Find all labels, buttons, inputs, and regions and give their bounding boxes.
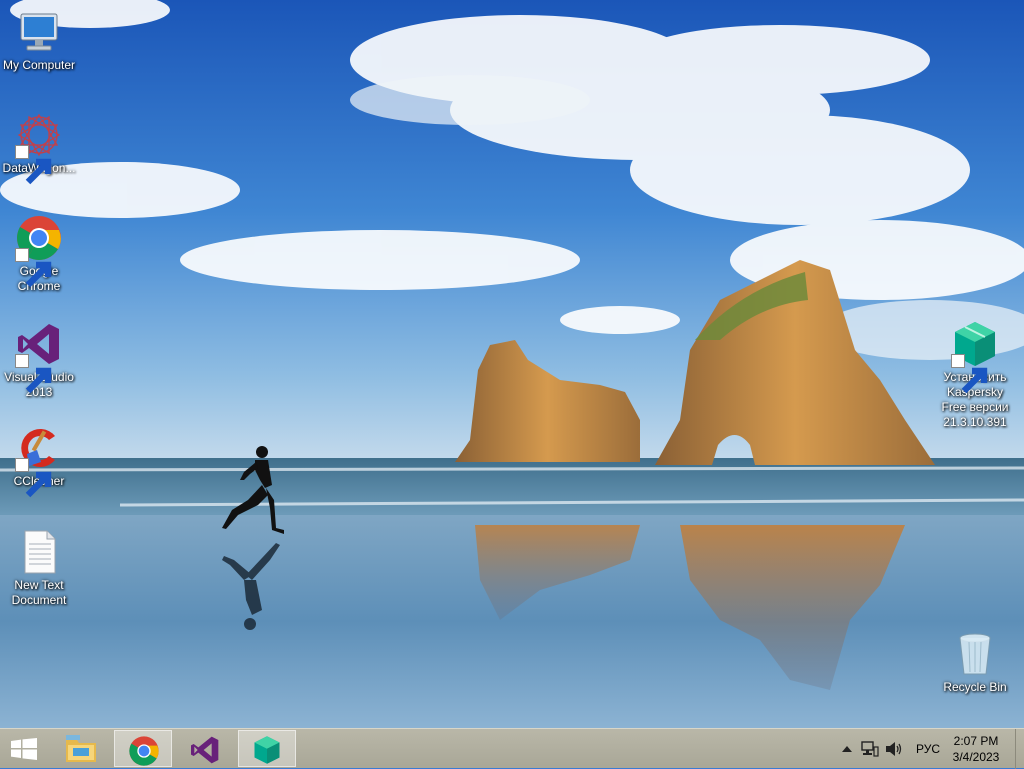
recycle-bin-icon (951, 630, 999, 678)
taskbar-file-explorer[interactable] (52, 730, 110, 767)
chevron-up-icon (842, 746, 852, 752)
desktop-icon-label: New Text Document (11, 578, 67, 607)
network-icon (861, 741, 879, 757)
tray-network[interactable] (860, 729, 880, 769)
tray-volume[interactable] (884, 729, 904, 769)
desktop-icon-my-computer[interactable]: My Computer (1, 8, 77, 73)
tray-overflow-button[interactable] (840, 729, 854, 769)
desktop-icon-label: My Computer (2, 58, 76, 72)
datawagon-icon (15, 111, 63, 185)
desktop-icon-datawagon[interactable]: DataWagon... (1, 111, 77, 185)
kaspersky-icon (951, 320, 999, 394)
show-desktop-button[interactable] (1015, 729, 1024, 769)
file-explorer-icon (66, 735, 96, 762)
clock-date: 3/4/2023 (952, 750, 1000, 764)
chrome-icon (129, 736, 159, 766)
clock[interactable]: 2:07 PM 3/4/2023 (946, 733, 1006, 765)
speaker-icon (886, 742, 902, 756)
desktop-wallpaper (0, 0, 1024, 728)
shortcut-arrow-icon (15, 354, 52, 394)
visual-studio-icon (15, 320, 63, 394)
shortcut-arrow-icon (951, 354, 988, 394)
computer-icon (15, 8, 63, 56)
desktop-icon-new-text-document[interactable]: New Text Document (1, 528, 77, 608)
ccleaner-icon (15, 424, 63, 498)
language-indicator[interactable]: РУС (912, 729, 944, 769)
taskbar-google-chrome[interactable] (114, 730, 172, 767)
windows-logo-icon (11, 738, 37, 760)
desktop-icon-google-chrome[interactable]: Google Chrome (1, 214, 77, 294)
wallpaper-beach-scene (0, 0, 1024, 728)
desktop-icon-kaspersky[interactable]: Установить Kaspersky Free версии 21.3.10… (937, 320, 1013, 430)
text-document-icon (15, 528, 63, 576)
taskbar-kaspersky[interactable] (238, 730, 296, 767)
shortcut-arrow-icon (15, 458, 52, 498)
visual-studio-icon (191, 736, 219, 764)
desktop-icon-recycle-bin[interactable]: Recycle Bin (937, 630, 1013, 695)
taskbar: РУС 2:07 PM 3/4/2023 (0, 728, 1024, 769)
shortcut-arrow-icon (15, 248, 52, 288)
desktop-icon-label: Recycle Bin (943, 680, 1007, 694)
desktop-icon-visual-studio[interactable]: Visual Studio 2013 (1, 320, 77, 400)
shortcut-arrow-icon (15, 145, 52, 185)
clock-time: 2:07 PM (953, 734, 999, 748)
desktop-icon-ccleaner[interactable]: CCleaner (1, 424, 77, 498)
chrome-icon (15, 214, 63, 288)
start-button[interactable] (0, 729, 48, 769)
kaspersky-icon (254, 736, 280, 764)
taskbar-visual-studio[interactable] (176, 730, 234, 767)
